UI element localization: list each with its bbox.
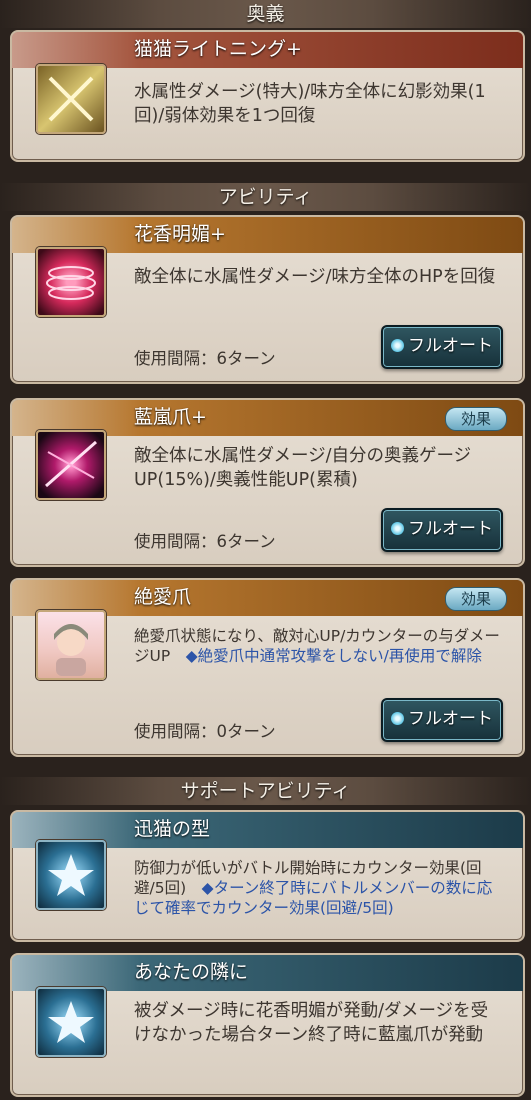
ability-cooldown: 使用間隔：6ターン: [134, 349, 276, 368]
support-title: 迅猫の型: [134, 818, 211, 840]
ability-cooldown: 使用間隔：0ターン: [134, 722, 276, 741]
character-portrait-icon[interactable]: [36, 610, 106, 680]
support-panel: 迅猫の型 防御力が低いがバトル開始時にカウンター効果(回避/5回) ◆ターン終了…: [10, 810, 525, 942]
effect-badge[interactable]: 効果: [445, 587, 507, 611]
section-header-support: サポートアビリティ: [0, 777, 531, 805]
ability-panel: 花香明媚+ 敵全体に水属性ダメージ/味方全体のHPを回復 使用間隔：6ターン フ…: [10, 215, 525, 384]
full-auto-button[interactable]: フルオート: [381, 508, 503, 552]
ougi-panel: 猫猫ライトニング+ 水属性ダメージ(特大)/味方全体に幻影効果(1回)/弱体効果…: [10, 30, 525, 162]
support-description: 防御力が低いがバトル開始時にカウンター効果(回避/5回) ◆ターン終了時にバトル…: [134, 859, 493, 917]
crossed-swords-icon: [36, 64, 106, 134]
support-title-bar: [12, 955, 523, 991]
pink-ring-icon[interactable]: [36, 247, 106, 317]
support-panel: あなたの隣に 被ダメージ時に花香明媚が発動/ダメージを受けなかった場合ターン終了…: [10, 953, 525, 1097]
support-note: ◆ターン終了時にバトルメンバーの数に応じて確率でカウンター効果(回避/5回): [134, 879, 493, 917]
ability-cooldown: 使用間隔：6ターン: [134, 532, 276, 551]
button-dot-icon: [391, 712, 404, 725]
star-icon: [36, 840, 106, 910]
ability-panel: 藍嵐爪+ 効果 敵全体に水属性ダメージ/自分の奥義ゲージUP(15%)/奥義性能…: [10, 398, 525, 567]
section-header-ability: アビリティ: [0, 183, 531, 211]
ability-note: ◆絶愛爪中通常攻撃をしない/再使用で解除: [185, 647, 482, 665]
star-icon: [36, 987, 106, 1057]
button-dot-icon: [391, 522, 404, 535]
full-auto-button[interactable]: フルオート: [381, 698, 503, 742]
ability-title: 花香明媚+: [134, 223, 226, 245]
ability-panel: 絶愛爪 効果 絶愛爪状態になり、敵対心UP/カウンターの与ダメージUP ◆絶愛爪…: [10, 578, 525, 757]
support-description: 被ダメージ時に花香明媚が発動/ダメージを受けなかった場合ターン終了時に藍嵐爪が発…: [134, 1001, 489, 1045]
support-title: あなたの隣に: [134, 961, 249, 983]
ougi-description: 水属性ダメージ(特大)/味方全体に幻影効果(1回)/弱体効果を1つ回復: [134, 82, 486, 126]
pink-slash-icon[interactable]: [36, 430, 106, 500]
ability-description: 敵全体に水属性ダメージ/自分の奥義ゲージUP(15%)/奥義性能UP(累積): [134, 446, 472, 490]
ability-description: 絶愛爪状態になり、敵対心UP/カウンターの与ダメージUP ◆絶愛爪中通常攻撃をし…: [134, 627, 500, 665]
ougi-title: 猫猫ライトニング+: [134, 38, 302, 60]
ability-description: 敵全体に水属性ダメージ/味方全体のHPを回復: [134, 267, 496, 287]
section-header-ougi: 奥義: [0, 0, 531, 28]
button-dot-icon: [391, 339, 404, 352]
effect-badge[interactable]: 効果: [445, 407, 507, 431]
ability-title: 絶愛爪: [134, 586, 192, 608]
ability-title: 藍嵐爪+: [134, 406, 207, 428]
full-auto-button[interactable]: フルオート: [381, 325, 503, 369]
